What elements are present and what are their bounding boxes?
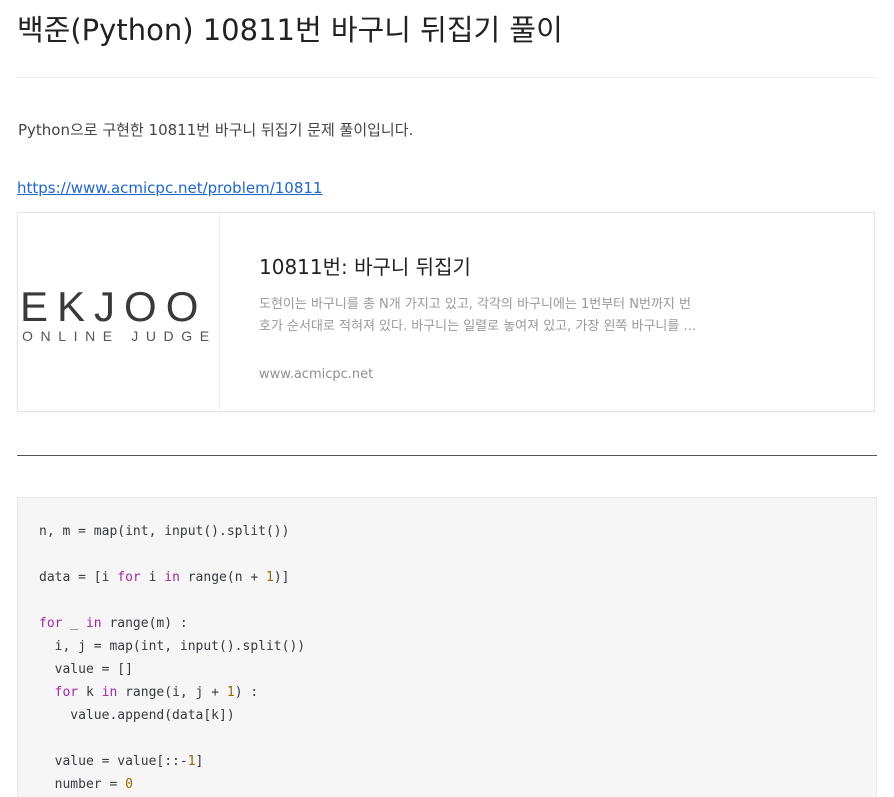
preview-description-line: 도현이는 바구니를 총 N개 가지고 있고, 각각의 바구니에는 1번부터 N번… [259,297,691,312]
code-content: n, m = map(int, input().split()) data = … [39,520,305,796]
preview-description: 도현이는 바구니를 총 N개 가지고 있고, 각각의 바구니에는 1번부터 N번… [259,294,729,338]
problem-link[interactable]: https://www.acmicpc.net/problem/10811 [17,177,322,199]
preview-description-line: 호가 순서대로 적혀져 있다. 바구니는 일렬로 놓여져 있고, 가장 왼쪽 바… [259,319,697,334]
code-line: n, m = map(int, input().split()) [39,524,290,539]
code-line: number = 0 [39,777,133,792]
online-judge-logo: EKJOO ONLINE JUDGE [20,283,217,344]
code-line: for k in range(i, j + 1) : [54,685,259,700]
code-line: for _ in range(m) : [39,616,188,631]
preview-thumbnail: EKJOO ONLINE JUDGE [18,213,220,411]
code-line: i, j = map(int, input().split()) [39,639,306,654]
logo-main-text: EKJOO [20,283,207,330]
post-intro: Python으로 구현한 10811번 바구니 뒤집기 문제 풀이입니다. [18,121,414,139]
logo-sub-text: ONLINE JUDGE [22,328,217,344]
blog-post-page: 백준(Python) 10811번 바구니 뒤집기 풀이 Python으로 구현… [0,0,894,797]
section-divider [17,455,877,456]
preview-host: www.acmicpc.net [259,367,374,382]
code-line: data = [i for i in range(n + 1)] [39,570,290,585]
code-line: value = value[::-1] [39,754,204,769]
preview-title: 10811번: 바구니 뒤집기 [259,255,471,279]
code-line: value.append(data[k]) [39,708,235,723]
code-block: n, m = map(int, input().split()) data = … [17,497,877,797]
link-preview-card[interactable]: EKJOO ONLINE JUDGE 10811번: 바구니 뒤집기 도현이는 … [17,212,875,412]
post-title: 백준(Python) 10811번 바구니 뒤집기 풀이 [17,13,563,47]
code-line: value = [] [39,662,133,677]
title-divider [17,77,877,78]
